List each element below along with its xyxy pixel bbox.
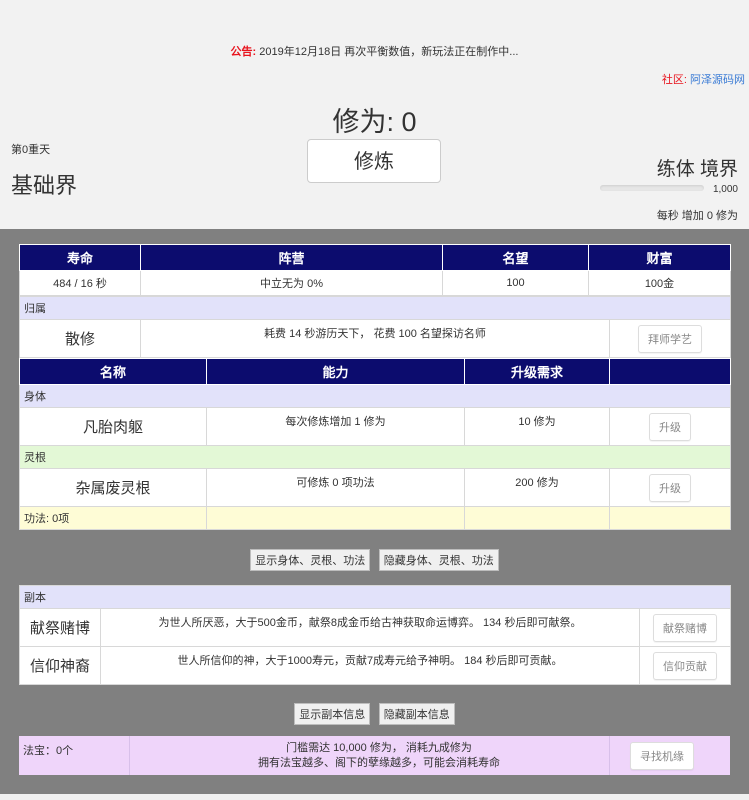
world-name: 基础界	[11, 173, 78, 198]
body-name: 凡胎肉躯	[19, 407, 207, 446]
header-lifespan: 寿命	[19, 244, 141, 271]
treasure-desc-line1: 门槛需达 10,000 修为， 消耗九成修为	[286, 742, 472, 754]
treasure-action-cell: 寻找机缘	[630, 742, 694, 770]
belong-section-label: 归属	[18, 296, 732, 320]
notice-label: 公告:	[230, 46, 257, 58]
header-requirement: 升级需求	[464, 358, 610, 385]
ability-toggle-buttons: 显示身体、灵根、功法 隐藏身体、灵根、功法	[0, 549, 749, 571]
upgrade-body-button[interactable]: 升级	[649, 412, 691, 441]
belong-action-cell: 拜师学艺	[608, 319, 732, 358]
dungeon-action-cell: 信仰贡献	[638, 646, 732, 685]
belong-desc: 耗费 14 秒游历天下， 花费 100 名望探访名师	[140, 319, 610, 358]
ability-table: 名称 能力 升级需求 身体 凡胎肉躯 每次修炼增加 1 修为 10 修为 升级 …	[19, 358, 731, 530]
faith-contribute-button[interactable]: 信仰贡献	[653, 651, 717, 680]
section-row: 归属	[18, 296, 732, 320]
treasure-desc-line2: 拥有法宝越多、阁下的孽缘越多，可能会消耗寿命	[258, 757, 500, 769]
dungeon-desc-sacrifice: 为世人所厌恶，大于500金币，献祭8成金币给古神获取命运博弈。 134 秒后即可…	[100, 608, 640, 647]
header-area: 公告: 2019年12月18日 再次平衡数值，新玩法正在制作中... 社区: 阿…	[0, 0, 749, 229]
bottom-strip	[0, 794, 749, 800]
realm-name: 练体 境界	[656, 159, 738, 180]
sacrifice-gamble-button[interactable]: 献祭赌博	[653, 613, 717, 642]
header-faction: 阵营	[140, 244, 443, 271]
cultivation-value: 修为: 0	[332, 107, 417, 137]
stats-table: 寿命 阵营 名望 财富 484 / 16 秒 中立无为 0% 100 100金	[19, 244, 731, 296]
notice-bar: 公告: 2019年12月18日 再次平衡数值，新玩法正在制作中...	[0, 43, 749, 59]
faction-value: 中立无为 0%	[140, 270, 443, 296]
divider	[609, 736, 610, 775]
find-opportunity-button[interactable]: 寻找机缘	[630, 742, 694, 770]
hide-abilities-button[interactable]: 隐藏身体、灵根、功法	[378, 549, 499, 571]
dungeon-section-label: 副本	[18, 585, 732, 609]
character-panel: 寿命 阵营 名望 财富 484 / 16 秒 中立无为 0% 100 100金 …	[18, 244, 732, 530]
root-name: 杂属废灵根	[19, 468, 207, 507]
community-link[interactable]: 阿泽源码网	[690, 74, 745, 86]
dungeon-toggle-buttons: 显示副本信息 隐藏副本信息	[0, 703, 749, 725]
dungeon-name-sacrifice: 献祭赌博	[19, 608, 101, 647]
cultivation-rate: 每秒 增加 0 修为	[656, 210, 738, 222]
root-desc: 可修炼 0 项功法	[206, 468, 465, 507]
notice-text: 2019年12月18日 再次平衡数值，新玩法正在制作中...	[259, 46, 519, 58]
dungeon-desc-faith: 世人所信仰的神，大于1000寿元，贡献7成寿元给予神明。 184 秒后即可贡献。	[100, 646, 640, 685]
lifespan-value: 484 / 16 秒	[19, 270, 141, 296]
treasure-label: 法宝：0个	[23, 745, 74, 757]
realm-progress-bar	[600, 185, 704, 191]
belong-name: 散修	[19, 319, 141, 358]
belong-table: 归属 散修 耗费 14 秒游历天下， 花费 100 名望探访名师 拜师学艺	[18, 296, 732, 358]
body-section-label: 身体	[19, 384, 731, 408]
show-abilities-button[interactable]: 显示身体、灵根、功法	[250, 549, 371, 571]
fame-value: 100	[442, 270, 589, 296]
treasure-panel: 法宝：0个 门槛需达 10,000 修为， 消耗九成修为 拥有法宝越多、阁下的孽…	[19, 736, 730, 775]
header-fame: 名望	[442, 244, 589, 271]
progress-max: 1,000	[712, 184, 738, 195]
root-requirement: 200 修为	[464, 468, 610, 507]
body-action-cell: 升级	[609, 407, 731, 446]
header-wealth: 财富	[588, 244, 731, 271]
divider	[129, 736, 130, 775]
hide-dungeon-button[interactable]: 隐藏副本信息	[378, 703, 455, 725]
dungeon-panel: 副本 献祭赌博 为世人所厌恶，大于500金币，献祭8成金币给古神获取命运博弈。 …	[18, 585, 732, 685]
community-link-area: 社区: 阿泽源码网	[662, 71, 745, 87]
header-ability: 能力	[206, 358, 465, 385]
apprentice-button[interactable]: 拜师学艺	[638, 324, 702, 353]
treasure-desc: 门槛需达 10,000 修为， 消耗九成修为 拥有法宝越多、阁下的孽缘越多，可能…	[149, 741, 609, 771]
root-section-label: 灵根	[19, 445, 731, 469]
root-action-cell: 升级	[609, 468, 731, 507]
show-dungeon-button[interactable]: 显示副本信息	[294, 703, 371, 725]
header-name: 名称	[19, 358, 207, 385]
body-requirement: 10 修为	[464, 407, 610, 446]
dungeon-action-cell: 献祭赌博	[638, 608, 732, 647]
skill-section-label: 功法: 0项	[19, 506, 207, 530]
body-desc: 每次修炼增加 1 修为	[206, 407, 465, 446]
community-label: 社区:	[661, 74, 687, 86]
dungeon-table: 副本 献祭赌博 为世人所厌恶，大于500金币，献祭8成金币给古神获取命运博弈。 …	[18, 585, 732, 685]
upgrade-root-button[interactable]: 升级	[649, 473, 691, 502]
dungeon-name-faith: 信仰神裔	[19, 646, 101, 685]
heaven-level: 第0重天	[11, 144, 51, 156]
wealth-value: 100金	[588, 270, 731, 296]
cultivate-button[interactable]: 修炼	[307, 139, 441, 183]
header-action	[609, 358, 731, 385]
